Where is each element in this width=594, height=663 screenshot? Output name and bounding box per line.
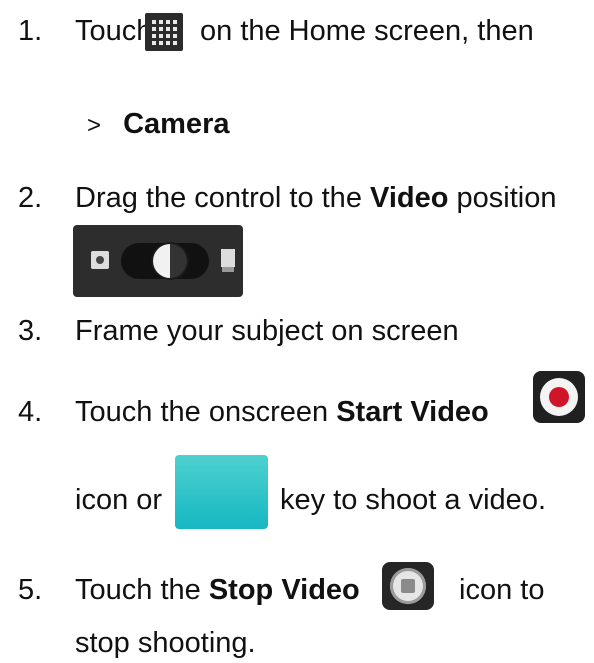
step-text: Touch the onscreen Start Video [75, 395, 489, 429]
text-before: icon or [75, 484, 163, 516]
apps-grid-icon [145, 13, 183, 51]
step-5-second-line: stop shooting. [75, 626, 256, 660]
step-number: 4. [18, 396, 43, 428]
text-after: position [456, 182, 557, 214]
text-before: Touch the [75, 574, 201, 606]
text-before: Drag the control to the [75, 182, 362, 214]
text-after: icon to [459, 574, 545, 606]
stop-video-label: Stop Video [208, 574, 360, 606]
text-after: key to shoot a video. [280, 484, 546, 516]
step-text: stop shooting. [75, 627, 256, 659]
step-number: 3. [18, 315, 43, 347]
step-text: Touch the Stop Video [75, 573, 360, 607]
step-number: 5. [18, 574, 43, 606]
step-5-continued: icon to [459, 573, 544, 607]
step-4-continued-b: key to shoot a video. [280, 483, 546, 517]
arrow: > [87, 112, 102, 139]
video-mode-icon [221, 249, 235, 272]
step-4-continued-a: icon or [75, 483, 162, 517]
step-1-continued: on the Home screen, then [200, 14, 534, 48]
camera-mode-icon [91, 251, 109, 269]
stop-video-icon [382, 562, 434, 610]
step-text: Drag the control to the Video position [75, 181, 556, 215]
video-camera-switch-icon [73, 225, 243, 297]
start-video-icon [533, 371, 585, 423]
step-text: Touch [75, 15, 153, 47]
start-video-label: Start Video [336, 396, 489, 428]
step-number: 1. [18, 15, 43, 47]
camera-key-icon [175, 455, 268, 529]
switch-knob [153, 244, 187, 278]
text-before: Touch the onscreen [75, 396, 329, 428]
video-label: Video [370, 182, 449, 214]
camera-label: Camera [123, 108, 230, 140]
step-number: 2. [18, 182, 43, 214]
step-text: Frame your subject on screen [75, 315, 459, 347]
camera-substep: > Camera [87, 107, 229, 143]
step-text: on the Home screen, then [200, 15, 534, 47]
